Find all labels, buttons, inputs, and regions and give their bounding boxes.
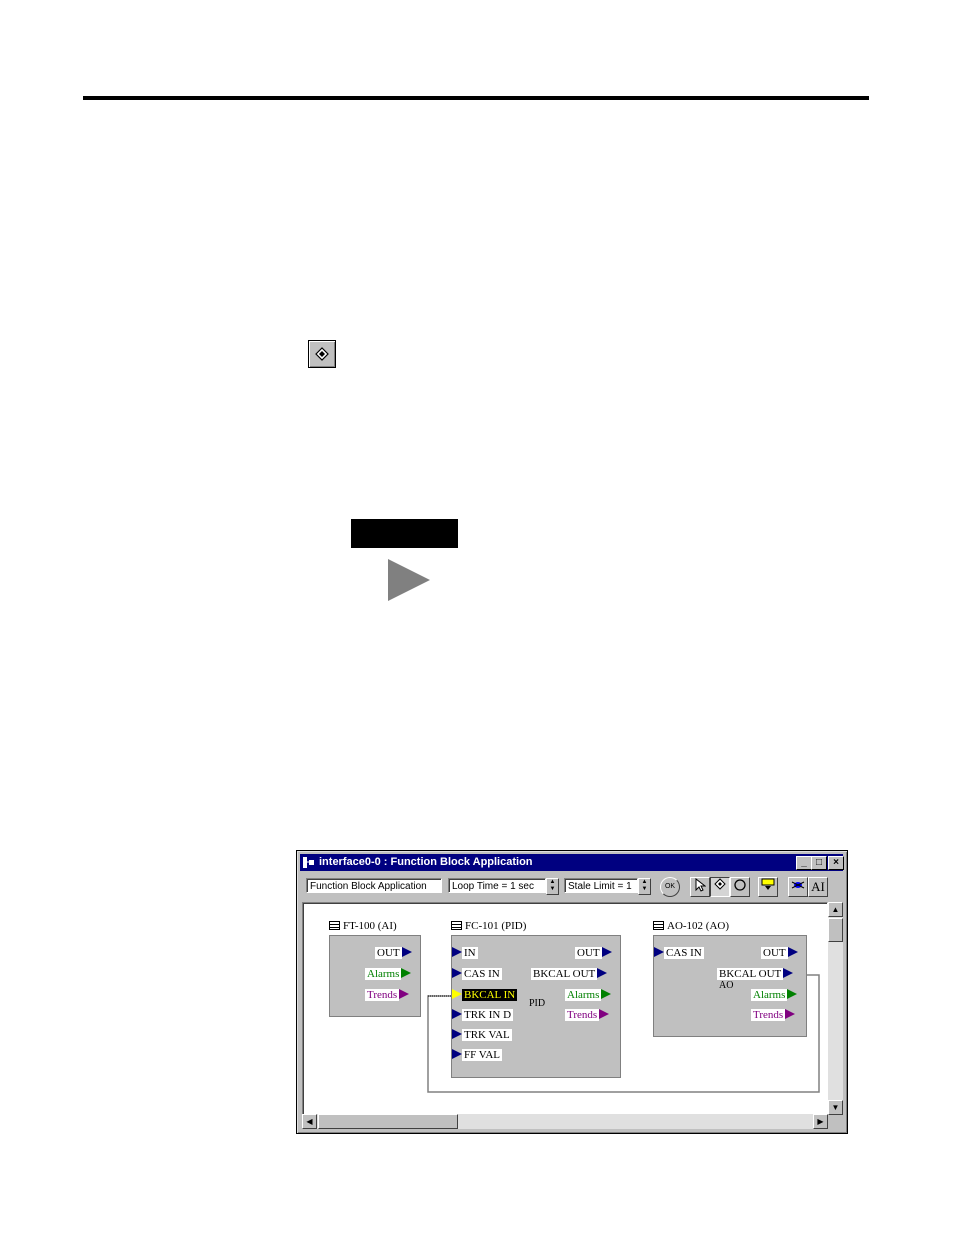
alarm-arrow-icon [787,989,798,999]
alarm-arrow-icon [401,968,412,978]
trend-arrow-icon [785,1009,796,1019]
ao102-alarms-port[interactable]: Alarms [751,989,798,1002]
scroll-left-icon[interactable]: ◀ [302,1114,317,1129]
fc101-ff-val-port[interactable]: FF VAL [452,1049,502,1062]
trend-arrow-icon [399,989,410,999]
selected-input-arrow-icon [452,989,462,999]
text-tool-icon[interactable]: AI [808,877,828,897]
fc101-trends-port[interactable]: Trends [565,1009,610,1022]
fc101-title[interactable]: FC-101 (PID) [451,920,526,932]
horizontal-scroll-thumb[interactable] [318,1114,458,1129]
debug-icon[interactable] [788,877,808,897]
ft100-trends-port[interactable]: Trends [365,989,410,1002]
ft100-alarms-port[interactable]: Alarms [365,968,412,981]
fc101-bkcal-out-port[interactable]: BKCAL OUT [531,968,608,981]
block-icon [451,921,462,930]
fc101-trk-in-d-port[interactable]: TRK IN D [452,1009,514,1022]
fc101-bkcal-in-port[interactable]: BKCAL IN [452,989,518,1002]
scroll-right-icon[interactable]: ▶ [813,1114,828,1129]
minimize-button[interactable]: _ [796,856,812,870]
fc101-alarms-port[interactable]: Alarms [565,989,612,1002]
ao102-title[interactable]: AO-102 (AO) [653,920,729,932]
download-icon[interactable] [758,877,778,897]
title-bar[interactable]: interface0-0 : Function Block Applicatio… [300,854,844,871]
block-icon [653,921,664,930]
input-arrow-icon [452,968,462,978]
header-rule [83,96,869,100]
loop-time-spinner[interactable]: ▲ ▼ [546,878,559,895]
stale-limit-field[interactable]: Stale Limit = 1 [564,878,638,893]
fc101-cas-in-port[interactable]: CAS IN [452,968,502,981]
alarm-arrow-icon [601,989,612,999]
vertical-scroll-thumb[interactable] [828,918,843,942]
ao102-cas-in-port[interactable]: CAS IN [654,947,704,960]
block-icon [329,921,340,930]
output-arrow-icon [783,968,794,978]
ao102-out-port[interactable]: OUT [761,947,798,960]
app-name-field[interactable]: Function Block Application [306,878,442,893]
output-arrow-icon [787,947,798,957]
note-bar [351,519,458,548]
fc101-trk-val-port[interactable]: TRK VAL [452,1029,512,1042]
input-arrow-icon [452,1049,462,1059]
window-title: interface0-0 : Function Block Applicatio… [319,856,533,868]
input-arrow-icon [452,947,462,957]
ok-button[interactable]: OK [660,877,680,897]
step-arrow-icon [388,559,430,601]
ao102-trends-port[interactable]: Trends [751,1009,796,1022]
input-arrow-icon [452,1009,462,1019]
fc101-out-port[interactable]: OUT [575,947,612,960]
block-canvas[interactable]: FT-100 (AI) OUT Alarms Trends FC-101 (PI… [302,902,828,1117]
connect-tool-button-icon[interactable] [710,877,730,897]
fc101-type-tag: PID [529,998,546,1009]
loop-time-field[interactable]: Loop Time = 1 sec [448,878,546,893]
function-block-window: interface0-0 : Function Block Applicatio… [296,850,848,1134]
input-arrow-icon [654,947,664,957]
fc101-in-port[interactable]: IN [452,947,478,960]
maximize-button[interactable]: □ [811,856,827,870]
ft100-out-port[interactable]: OUT [375,947,412,960]
vertical-scrollbar[interactable]: ▲ ▼ [828,902,843,1115]
ft100-title[interactable]: FT-100 (AI) [329,920,397,932]
trend-arrow-icon [599,1009,610,1019]
connect-tool-icon [308,340,336,368]
input-arrow-icon [452,1029,462,1039]
horizontal-scrollbar[interactable]: ◀ ▶ [302,1114,828,1129]
stale-limit-spinner[interactable]: ▲ ▼ [638,878,651,895]
scroll-down-icon[interactable]: ▼ [828,1100,843,1115]
app-icon [303,857,314,868]
output-arrow-icon [401,947,412,957]
toolbar: Function Block Application Loop Time = 1… [300,873,843,899]
loop-tool-icon[interactable] [730,877,750,897]
ao102-type-tag: AO [719,980,734,991]
output-arrow-icon [601,947,612,957]
scroll-up-icon[interactable]: ▲ [828,902,843,917]
close-button[interactable]: × [828,856,844,870]
output-arrow-icon [597,968,608,978]
pointer-tool-icon[interactable] [690,877,710,897]
